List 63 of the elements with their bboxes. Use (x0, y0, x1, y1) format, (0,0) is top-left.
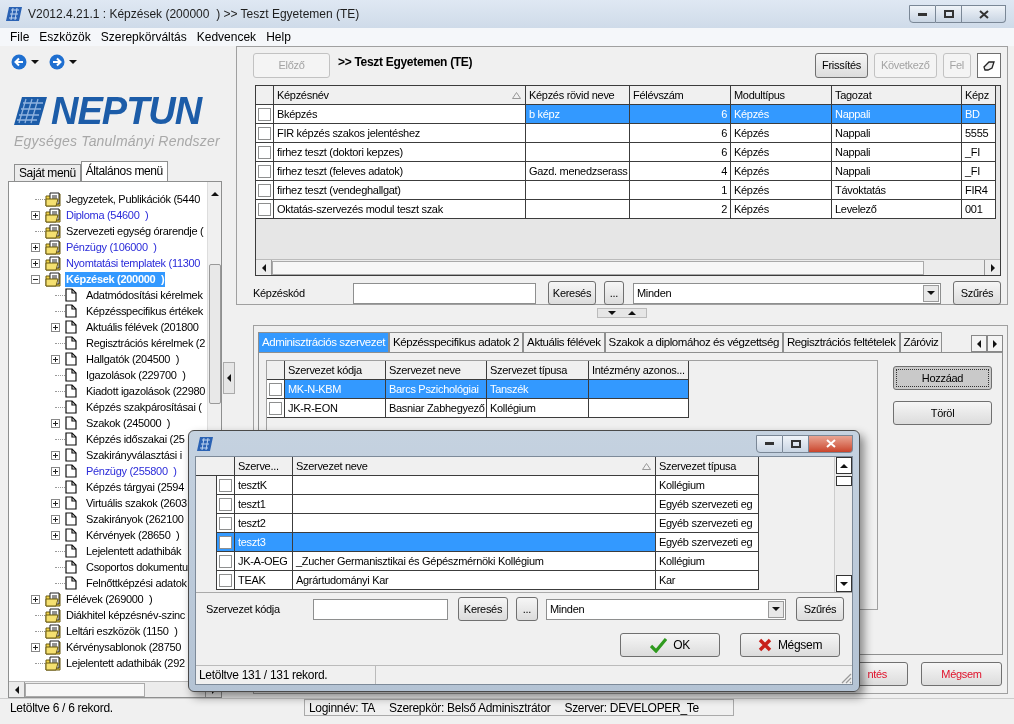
status-text: Letöltve 6 / 6 rekord. (9, 699, 114, 717)
table-cell: Képzés (731, 200, 832, 219)
table-cell: Nappali (832, 124, 962, 143)
table-cell: Kollégium (656, 552, 759, 571)
status-text: Szerepkör: Belső Adminisztrátor (389, 700, 551, 715)
table-cell: Oktatás-szervezés modul teszt szak (274, 200, 526, 219)
status-text: Letöltve 131 / 131 rekord. (196, 666, 376, 684)
field-label: Képzéskód (253, 285, 306, 301)
table-cell: Nappali (832, 143, 962, 162)
status-text: Loginnév: TA (309, 700, 375, 715)
table-cell: _FI (962, 143, 996, 162)
table-cell: Barcs Pszichológiai (386, 380, 487, 399)
table-cell: TEAK (235, 571, 293, 590)
table-cell: Képzés (731, 105, 832, 124)
field-label: Szervezet kódja (205, 601, 281, 617)
page-title: >> Teszt Egyetemen (TE) (338, 54, 473, 71)
table-cell: b képz (526, 105, 630, 124)
table-cell: BD (962, 105, 996, 124)
table-cell: Tanszék (487, 380, 589, 399)
table-cell: Képzés (731, 181, 832, 200)
table-cell: 6 (630, 105, 731, 124)
table-cell: 2 (630, 200, 731, 219)
table-cell: _Zucher Germanisztikai és Gépészmérnöki Kollégium (293, 552, 656, 571)
table-cell: Levelező (832, 200, 962, 219)
table-cell: firhez teszt (vendeghallgat) (274, 181, 526, 200)
table-cell: Kollégium (656, 476, 759, 495)
table-cell: teszt2 (235, 514, 293, 533)
table-cell: firhez teszt (feleves adatok) (274, 162, 526, 181)
table-cell: Nappali (832, 162, 962, 181)
table-cell: Képzés (731, 143, 832, 162)
table-cell: 1 (630, 181, 731, 200)
table-cell: _FI (962, 162, 996, 181)
table-cell: FIR4 (962, 181, 996, 200)
table-cell: Basniar Zabhegyező (386, 399, 487, 418)
table-cell: Távoktatás (832, 181, 962, 200)
table-cell: FIR képzés szakos jelentéshez (274, 124, 526, 143)
logo-tagline: Egységes Tanulmányi Rendszer (14, 132, 221, 151)
table-cell: 6 (630, 124, 731, 143)
table-cell: 5555 (962, 124, 996, 143)
table-cell: firhez teszt (doktori kepzes) (274, 143, 526, 162)
table-cell: teszt3 (235, 533, 293, 552)
table-cell: Gazd. menedzserass (526, 162, 630, 181)
table-cell: Képzés (731, 124, 832, 143)
table-cell: Kollégium (487, 399, 589, 418)
table-cell: Egyéb szervezeti eg (656, 495, 759, 514)
status-text: Szerver: DEVELOPER_Te (564, 700, 699, 715)
table-cell: Agrártudományi Kar (293, 571, 656, 590)
table-cell: Bképzés (274, 105, 526, 124)
table-cell: Egyéb szervezeti eg (656, 514, 759, 533)
table-cell: Kar (656, 571, 759, 590)
table-cell: MK-N-KBM (285, 380, 386, 399)
logo-text: NEPTUN (51, 94, 202, 128)
table-cell: Képzés (731, 162, 832, 181)
table-cell: tesztK (235, 476, 293, 495)
table-cell: JK-A-OEG (235, 552, 293, 571)
table-cell: JK-R-EON (285, 399, 386, 418)
table-cell: 6 (630, 143, 731, 162)
table-cell: Egyéb szervezeti eg (656, 533, 759, 552)
table-cell: teszt1 (235, 495, 293, 514)
table-cell: 001 (962, 200, 996, 219)
table-cell: Nappali (832, 105, 962, 124)
window-title: V2012.4.21.1 : Képzések (200000 ) >> Teszt Egyetemen (TE) (28, 6, 360, 23)
table-cell: 4 (630, 162, 731, 181)
